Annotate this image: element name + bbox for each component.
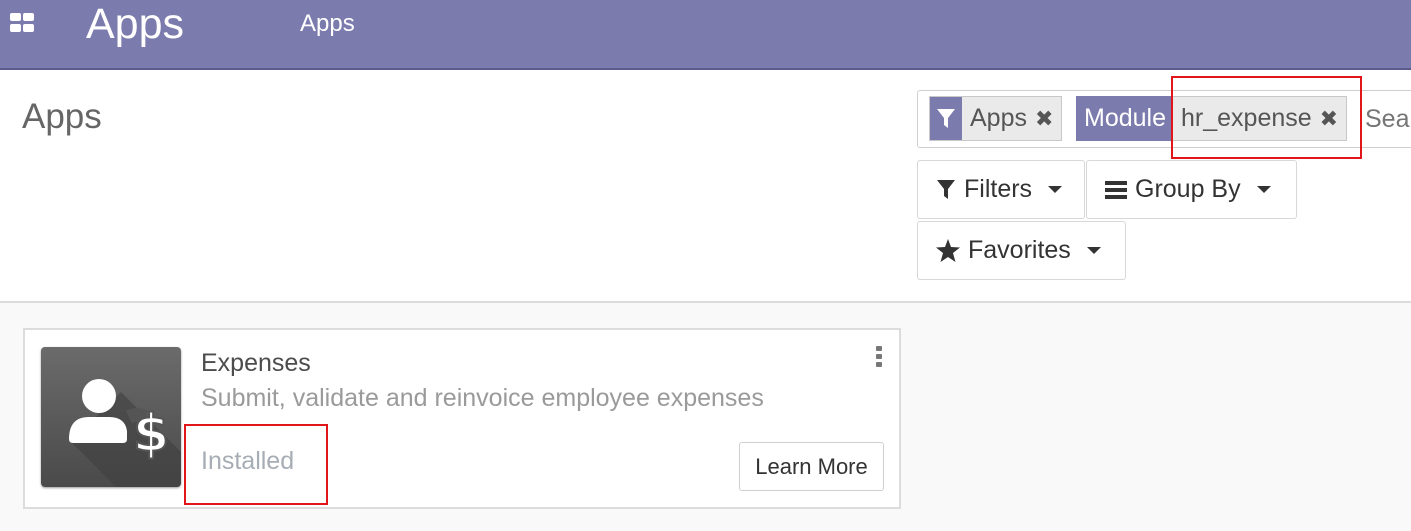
search-facet-module[interactable]: Module hr_expense ✖ [1076,96,1348,141]
app-summary: Submit, validate and reinvoice employee … [201,384,764,412]
caret-down-icon [1256,186,1271,193]
filter-icon [930,97,962,140]
facet-value: Apps [970,104,1027,132]
app-card-expenses[interactable]: $ Expenses Submit, validate and reinvoic… [23,328,901,509]
search-input[interactable] [1365,101,1411,137]
search-box[interactable]: Apps ✖ Module hr_expense ✖ [917,90,1411,148]
caret-down-icon [1048,186,1063,193]
favorites-label: Favorites [968,236,1071,264]
apps-menu-icon[interactable] [10,13,36,33]
facet-value: hr_expense [1181,104,1312,132]
filters-button[interactable]: Filters [917,160,1085,219]
filter-icon [936,179,956,201]
top-navbar: Apps Apps [0,0,1411,70]
expenses-app-icon: $ [41,347,181,487]
caret-down-icon [1086,247,1101,254]
filters-label: Filters [964,175,1033,203]
navbar-menu-apps[interactable]: Apps [300,10,355,38]
control-panel: Apps Apps ✖ Module hr_expense ✖ Filters [0,70,1411,303]
favorites-button[interactable]: Favorites [917,221,1126,280]
search-facet-apps[interactable]: Apps ✖ [929,96,1063,141]
group-by-label: Group By [1135,175,1241,203]
kebab-menu-icon[interactable] [876,346,882,368]
remove-facet-icon[interactable]: ✖ [1035,97,1053,140]
page-title: Apps [22,97,102,136]
bars-icon [1105,180,1127,200]
svg-text:$: $ [133,404,169,464]
app-status: Installed [201,447,295,475]
remove-facet-icon[interactable]: ✖ [1320,97,1338,140]
facet-label: Module [1076,96,1172,141]
navbar-brand: Apps [86,0,185,48]
star-icon [936,239,960,262]
app-name: Expenses [201,349,311,377]
learn-more-button[interactable]: Learn More [739,442,884,491]
group-by-button[interactable]: Group By [1086,160,1297,219]
